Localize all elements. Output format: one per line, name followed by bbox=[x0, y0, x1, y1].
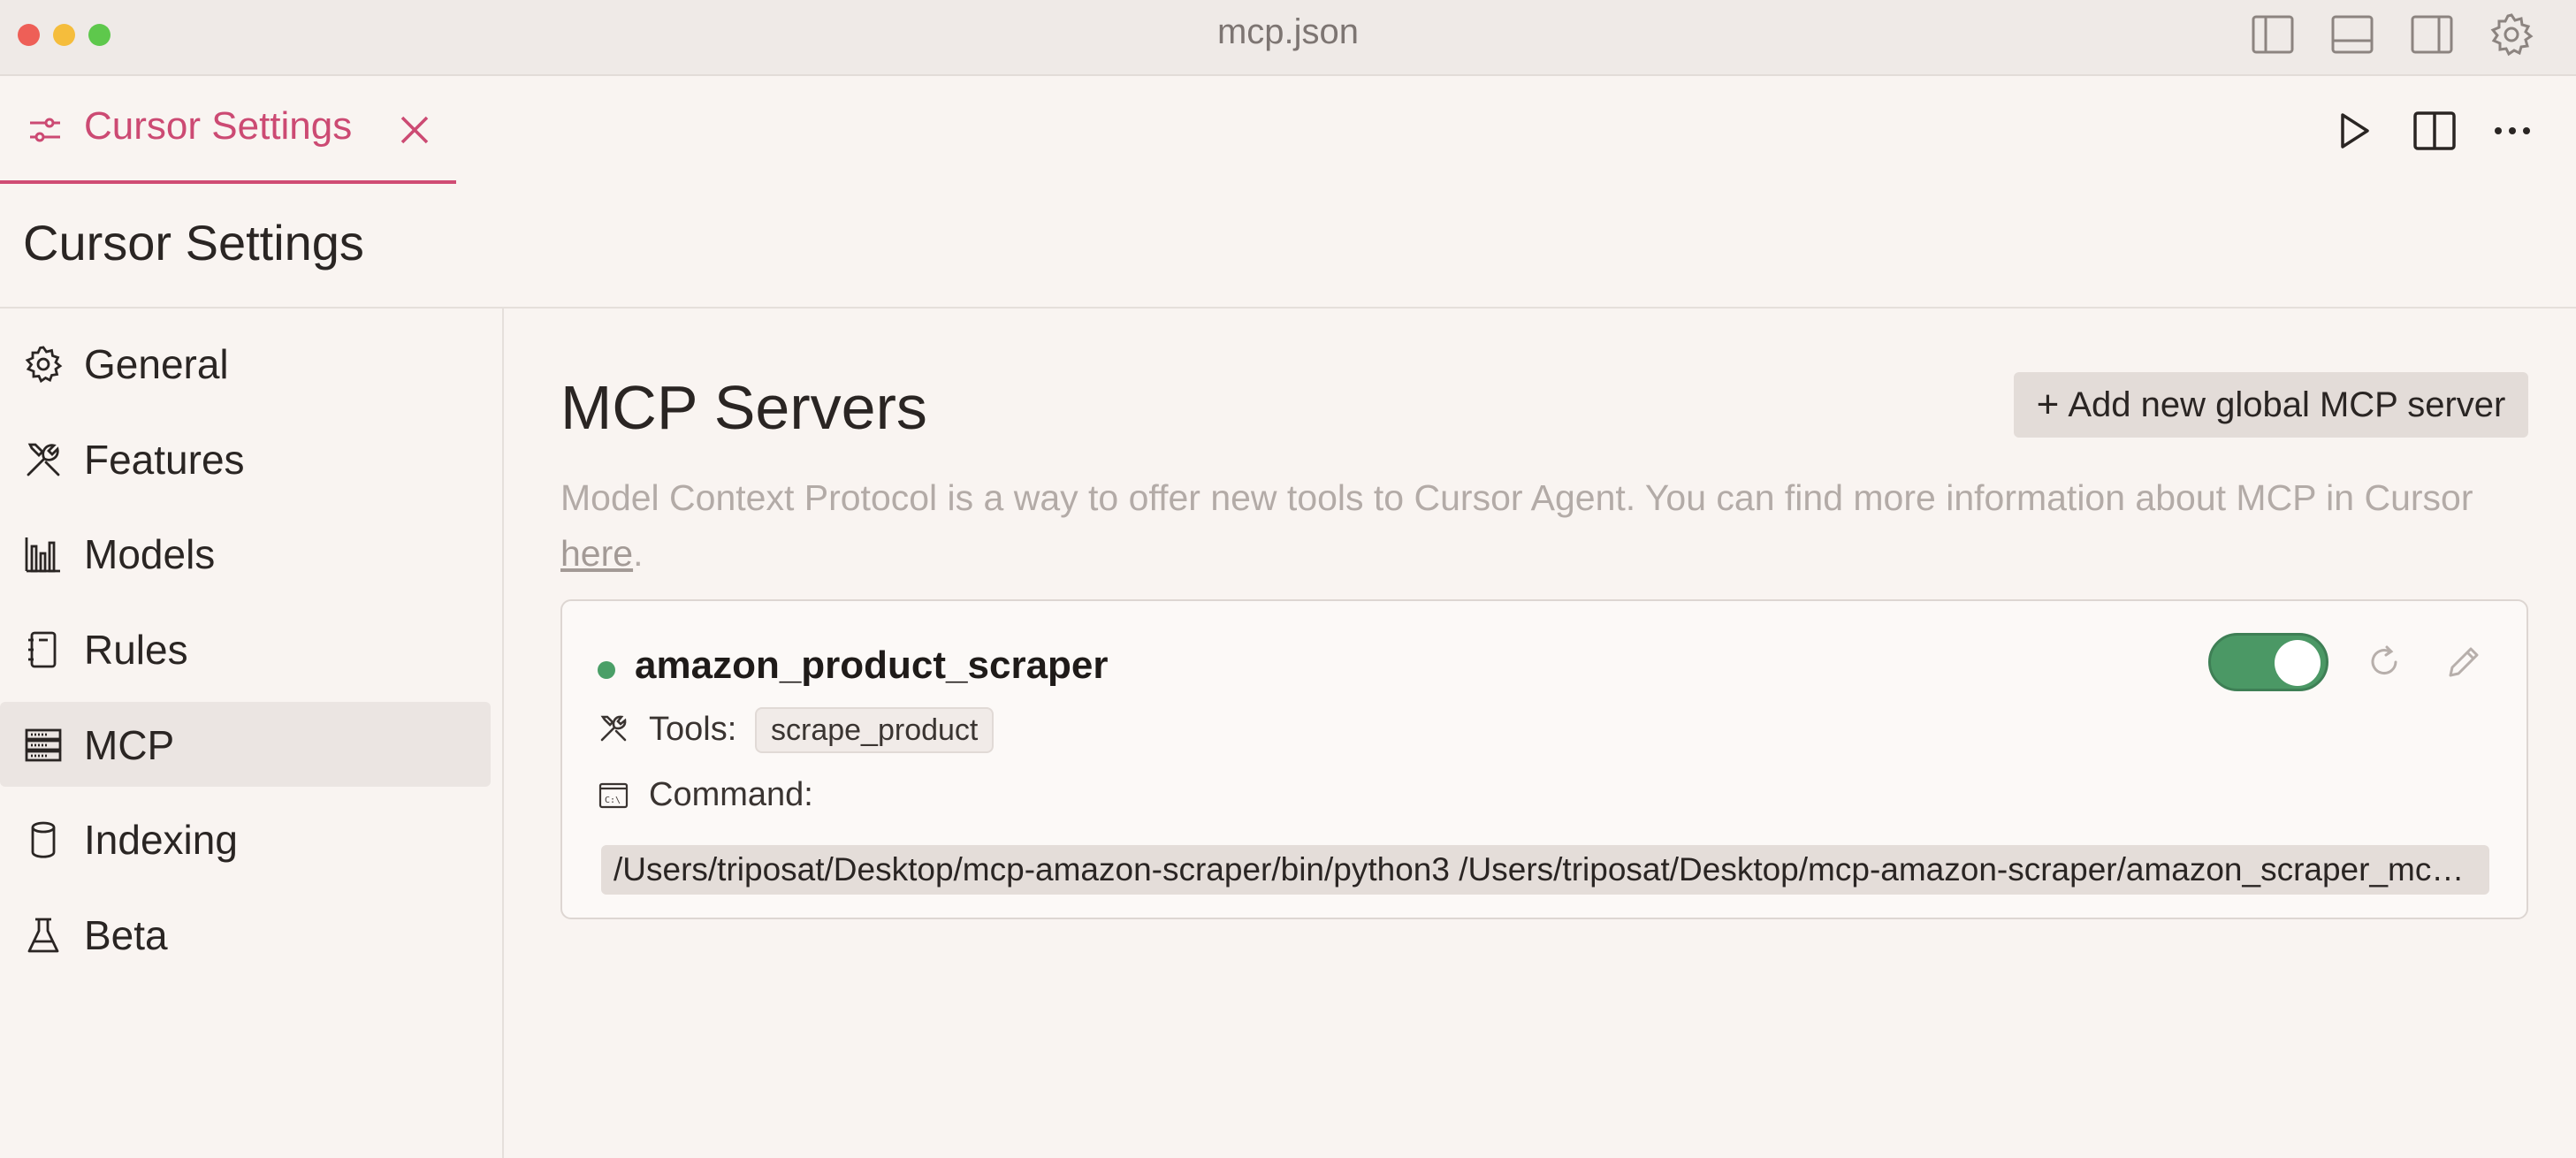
editor-tab-strip: Cursor Settings bbox=[0, 78, 2576, 184]
bar-chart-icon bbox=[23, 534, 64, 575]
sidebar-item-mcp[interactable]: MCP bbox=[0, 702, 491, 787]
server-status-dot bbox=[598, 661, 615, 679]
add-global-mcp-server-button[interactable]: + Add new global MCP server bbox=[2014, 372, 2528, 438]
server-name: amazon_product_scraper bbox=[635, 644, 1109, 687]
section-description: Model Context Protocol is a way to offer… bbox=[560, 470, 2528, 582]
refresh-icon[interactable] bbox=[2362, 640, 2406, 684]
tab-label: Cursor Settings bbox=[84, 104, 353, 148]
more-actions-icon[interactable] bbox=[2486, 104, 2539, 157]
close-tab-icon[interactable] bbox=[394, 110, 435, 150]
command-value: /Users/triposat/Desktop/mcp-amazon-scrap… bbox=[601, 845, 2489, 895]
sidebar-item-models[interactable]: Models bbox=[0, 511, 491, 596]
description-link[interactable]: here bbox=[560, 533, 633, 574]
tool-chip: scrape_product bbox=[755, 707, 995, 753]
database-icon bbox=[23, 819, 64, 860]
sidebar-item-label: Beta bbox=[84, 912, 168, 958]
server-enabled-toggle[interactable] bbox=[2208, 633, 2328, 691]
sidebar-item-features[interactable]: Features bbox=[0, 416, 491, 501]
gear-icon bbox=[23, 344, 64, 385]
server-icon bbox=[23, 725, 64, 766]
sliders-icon bbox=[30, 118, 60, 142]
sidebar-item-indexing[interactable]: Indexing bbox=[0, 796, 491, 881]
sidebar-item-label: Features bbox=[84, 437, 245, 483]
sidebar-item-label: Models bbox=[84, 531, 216, 577]
title-bar: mcp.json bbox=[0, 0, 2576, 76]
notebook-icon bbox=[23, 629, 64, 670]
page-title: Cursor Settings bbox=[23, 215, 364, 270]
command-label: Command: bbox=[649, 776, 813, 813]
mcp-server-card: amazon_product_scraper Tools: scrape_pro… bbox=[560, 599, 2528, 919]
tools-icon bbox=[23, 439, 64, 480]
settings-gear-icon[interactable] bbox=[2488, 11, 2535, 58]
window-title: mcp.json bbox=[1216, 12, 1360, 51]
sidebar-item-beta[interactable]: Beta bbox=[0, 892, 491, 977]
sidebar-item-general[interactable]: General bbox=[0, 321, 491, 406]
sidebar-item-label: Indexing bbox=[84, 817, 238, 863]
tab-cursor-settings[interactable]: Cursor Settings bbox=[0, 78, 456, 184]
svg-text:C:\: C:\ bbox=[605, 796, 621, 805]
settings-sidebar: General Features Models Rules MCP Indexi… bbox=[0, 309, 504, 1158]
sidebar-item-label: MCP bbox=[84, 722, 175, 768]
toggle-knob bbox=[2275, 640, 2321, 686]
toggle-secondary-sidebar-icon[interactable] bbox=[2408, 11, 2456, 58]
toggle-panel-icon[interactable] bbox=[2328, 11, 2376, 58]
sidebar-item-label: General bbox=[84, 341, 229, 387]
flask-icon bbox=[23, 915, 64, 956]
terminal-icon: C:\ bbox=[598, 780, 629, 811]
toggle-primary-sidebar-icon[interactable] bbox=[2249, 11, 2297, 58]
sidebar-item-rules[interactable]: Rules bbox=[0, 606, 491, 691]
settings-main: MCP Servers + Add new global MCP server … bbox=[506, 309, 2576, 1158]
sidebar-item-label: Rules bbox=[84, 627, 188, 673]
plus-icon: + bbox=[2036, 383, 2060, 426]
split-editor-icon[interactable] bbox=[2408, 104, 2461, 157]
description-text: Model Context Protocol is a way to offer… bbox=[560, 477, 2473, 518]
add-button-label: Add new global MCP server bbox=[2068, 385, 2506, 424]
tools-icon bbox=[598, 712, 629, 744]
section-title: MCP Servers bbox=[560, 373, 927, 442]
edit-pencil-icon[interactable] bbox=[2442, 640, 2486, 684]
run-icon[interactable] bbox=[2327, 104, 2380, 157]
description-end: . bbox=[633, 533, 644, 574]
tools-label: Tools: bbox=[649, 711, 737, 748]
app-window: mcp.json Cursor Settings Cursor Settings… bbox=[0, 0, 2576, 1158]
